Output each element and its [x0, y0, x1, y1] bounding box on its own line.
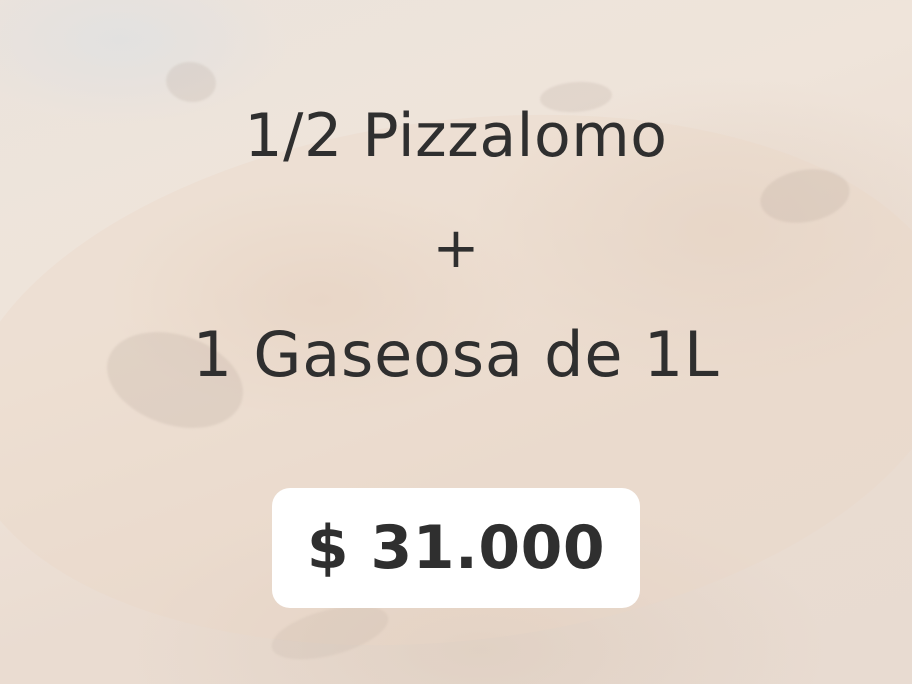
price-badge: $ 31.000 — [272, 488, 640, 608]
promo-item-pizza: 1/2 Pizzalomo — [244, 101, 668, 171]
price-label: $ 31.000 — [306, 513, 606, 583]
promo-card: 1/2 Pizzalomo + 1 Gaseosa de 1L $ 31.000 — [0, 0, 912, 684]
promo-item-drink: 1 Gaseosa de 1L — [192, 318, 720, 391]
plus-separator: + — [432, 216, 480, 281]
